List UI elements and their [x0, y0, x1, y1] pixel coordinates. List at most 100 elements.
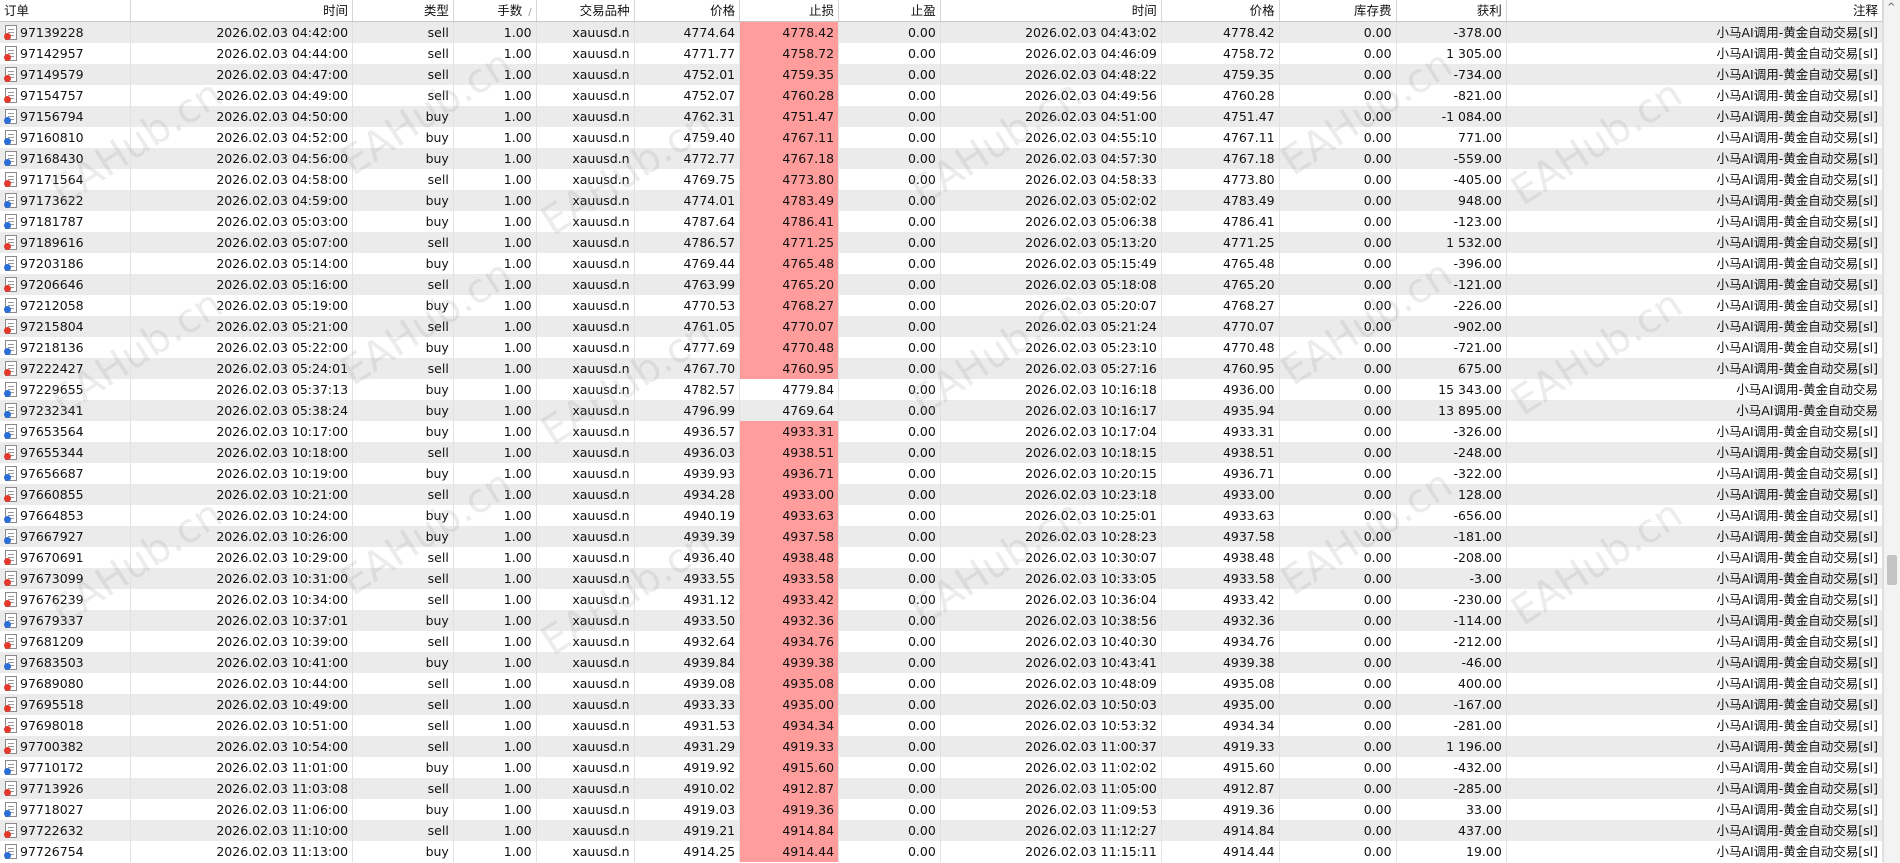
cell-swap: 0.00 — [1280, 505, 1397, 526]
table-row[interactable]: 97681209 2026.02.03 10:39:00 sell 1.00 xauus… — [0, 631, 1883, 652]
cell-trade-type: sell — [353, 22, 454, 43]
table-row[interactable]: 97710172 2026.02.03 11:01:00 buy 1.00 xauusd… — [0, 757, 1883, 778]
table-row[interactable]: 97667927 2026.02.03 10:26:00 buy 1.00 xauusd… — [0, 526, 1883, 547]
cell-lots: 1.00 — [454, 694, 537, 715]
table-row[interactable]: 97726754 2026.02.03 11:13:00 buy 1.00 xauusd… — [0, 841, 1883, 862]
table-row[interactable]: 97142957 2026.02.03 04:44:00 sell 1.00 xauus… — [0, 43, 1883, 64]
table-row[interactable]: 97713926 2026.02.03 11:03:08 sell 1.00 xauus… — [0, 778, 1883, 799]
cell-profit: 400.00 — [1397, 673, 1507, 694]
cell-swap: 0.00 — [1280, 757, 1397, 778]
cell-close-time: 2026.02.03 04:46:09 — [941, 43, 1162, 64]
column-header-take-profit[interactable]: 止盈 — [839, 0, 941, 21]
cell-swap: 0.00 — [1280, 568, 1397, 589]
cell-profit: -248.00 — [1397, 442, 1507, 463]
cell-open-time: 2026.02.03 04:52:00 — [131, 127, 354, 148]
table-row[interactable]: 97722632 2026.02.03 11:10:00 sell 1.00 xauus… — [0, 820, 1883, 841]
sell-order-icon — [4, 319, 17, 334]
cell-profit: -208.00 — [1397, 547, 1507, 568]
table-row[interactable]: 97232341 2026.02.03 05:38:24 buy 1.00 xauusd… — [0, 400, 1883, 421]
cell-close-time: 2026.02.03 10:28:23 — [941, 526, 1162, 547]
cell-swap: 0.00 — [1280, 358, 1397, 379]
cell-profit: -721.00 — [1397, 337, 1507, 358]
table-row[interactable]: 97189616 2026.02.03 05:07:00 sell 1.00 xauus… — [0, 232, 1883, 253]
table-row[interactable]: 97698018 2026.02.03 10:51:00 sell 1.00 xauus… — [0, 715, 1883, 736]
cell-order: 97655344 — [0, 442, 132, 463]
table-row[interactable]: 97653564 2026.02.03 10:17:00 buy 1.00 xauusd… — [0, 421, 1883, 442]
table-row[interactable]: 97171564 2026.02.03 04:58:00 sell 1.00 xauus… — [0, 169, 1883, 190]
table-row[interactable]: 97718027 2026.02.03 11:06:00 buy 1.00 xauusd… — [0, 799, 1883, 820]
cell-open-time: 2026.02.03 04:42:00 — [131, 22, 354, 43]
column-header-open-price[interactable]: 价格 — [635, 0, 741, 21]
cell-order: 97679337 — [0, 610, 132, 631]
table-row[interactable]: 97689080 2026.02.03 10:44:00 sell 1.00 xauus… — [0, 673, 1883, 694]
table-row[interactable]: 97676239 2026.02.03 10:34:00 sell 1.00 xauus… — [0, 589, 1883, 610]
cell-lots: 1.00 — [454, 463, 537, 484]
table-row[interactable]: 97673099 2026.02.03 10:31:00 sell 1.00 xauus… — [0, 568, 1883, 589]
column-header-type[interactable]: 类型 — [353, 0, 454, 21]
cell-stop-loss: 4769.64 — [740, 400, 840, 421]
cell-close-time: 2026.02.03 11:00:37 — [941, 736, 1162, 757]
cell-take-profit: 0.00 — [839, 484, 941, 505]
table-row[interactable]: 97655344 2026.02.03 10:18:00 sell 1.00 xauus… — [0, 442, 1883, 463]
vertical-scrollbar[interactable]: ^ — [1883, 0, 1900, 863]
table-row[interactable]: 97660855 2026.02.03 10:21:00 sell 1.00 xauus… — [0, 484, 1883, 505]
sell-order-icon — [4, 172, 17, 187]
column-header-comment[interactable]: 注释 — [1507, 0, 1883, 21]
order-number: 97673099 — [20, 571, 84, 586]
table-row[interactable]: 97173622 2026.02.03 04:59:00 buy 1.00 xauusd… — [0, 190, 1883, 211]
column-header-swap[interactable]: 库存费 — [1280, 0, 1397, 21]
cell-take-profit: 0.00 — [839, 190, 941, 211]
buy-order-icon — [4, 760, 17, 775]
cell-stop-loss: 4933.42 — [740, 589, 840, 610]
cell-lots: 1.00 — [454, 211, 537, 232]
table-row[interactable]: 97154757 2026.02.03 04:49:00 sell 1.00 xauus… — [0, 85, 1883, 106]
table-row[interactable]: 97156794 2026.02.03 04:50:00 buy 1.00 xauusd… — [0, 106, 1883, 127]
table-row[interactable]: 97218136 2026.02.03 05:22:00 buy 1.00 xauusd… — [0, 337, 1883, 358]
column-header-close-price[interactable]: 价格 — [1162, 0, 1280, 21]
scrollbar-thumb[interactable] — [1887, 555, 1897, 585]
table-row[interactable]: 97139228 2026.02.03 04:42:00 sell 1.00 xauus… — [0, 22, 1883, 43]
table-row[interactable]: 97149579 2026.02.03 04:47:00 sell 1.00 xauus… — [0, 64, 1883, 85]
table-row[interactable]: 97670691 2026.02.03 10:29:00 sell 1.00 xauus… — [0, 547, 1883, 568]
cell-swap: 0.00 — [1280, 253, 1397, 274]
cell-order: 97681209 — [0, 631, 132, 652]
table-row[interactable]: 97181787 2026.02.03 05:03:00 buy 1.00 xauusd… — [0, 211, 1883, 232]
table-row[interactable]: 97229655 2026.02.03 05:37:13 buy 1.00 xauusd… — [0, 379, 1883, 400]
column-header-open-time[interactable]: 时间 — [131, 0, 354, 21]
column-header-close-time[interactable]: 时间 — [941, 0, 1162, 21]
table-row[interactable]: 97168430 2026.02.03 04:56:00 buy 1.00 xauusd… — [0, 148, 1883, 169]
table-row[interactable]: 97700382 2026.02.03 10:54:00 sell 1.00 xauus… — [0, 736, 1883, 757]
table-row[interactable]: 97206646 2026.02.03 05:16:00 sell 1.00 xauus… — [0, 274, 1883, 295]
table-row[interactable]: 97679337 2026.02.03 10:37:01 buy 1.00 xauusd… — [0, 610, 1883, 631]
table-row[interactable]: 97695518 2026.02.03 10:49:00 sell 1.00 xauus… — [0, 694, 1883, 715]
table-row[interactable]: 97656687 2026.02.03 10:19:00 buy 1.00 xauusd… — [0, 463, 1883, 484]
order-number: 97232341 — [20, 403, 84, 418]
table-row[interactable]: 97203186 2026.02.03 05:14:00 buy 1.00 xauusd… — [0, 253, 1883, 274]
cell-open-price: 4771.77 — [635, 43, 741, 64]
cell-order: 97154757 — [0, 85, 132, 106]
cell-close-time: 2026.02.03 10:16:17 — [941, 400, 1162, 421]
cell-open-time: 2026.02.03 11:01:00 — [131, 757, 354, 778]
cell-open-time: 2026.02.03 10:54:00 — [131, 736, 354, 757]
column-header-profit[interactable]: 获利 — [1397, 0, 1507, 21]
scroll-up-arrow-icon[interactable]: ^ — [1887, 2, 1895, 13]
order-number: 97670691 — [20, 550, 84, 565]
table-row[interactable]: 97215804 2026.02.03 05:21:00 sell 1.00 xauus… — [0, 316, 1883, 337]
table-row[interactable]: 97222427 2026.02.03 05:24:01 sell 1.00 xauus… — [0, 358, 1883, 379]
column-header-lots[interactable]: 手数 / — [454, 0, 537, 21]
cell-comment: 小马AI调用-黄金自动交易[sl] — [1507, 673, 1883, 694]
column-header-order[interactable]: 订单 — [0, 0, 132, 21]
column-header-stop-loss[interactable]: 止损 — [740, 0, 840, 21]
table-row[interactable]: 97683503 2026.02.03 10:41:00 buy 1.00 xauusd… — [0, 652, 1883, 673]
cell-swap: 0.00 — [1280, 211, 1397, 232]
order-number: 97718027 — [20, 802, 84, 817]
table-row[interactable]: 97160810 2026.02.03 04:52:00 buy 1.00 xauusd… — [0, 127, 1883, 148]
cell-lots: 1.00 — [454, 568, 537, 589]
cell-profit: -226.00 — [1397, 295, 1507, 316]
column-header-symbol[interactable]: 交易品种 — [537, 0, 635, 21]
table-row[interactable]: 97212058 2026.02.03 05:19:00 buy 1.00 xauusd… — [0, 295, 1883, 316]
table-row[interactable]: 97664853 2026.02.03 10:24:00 buy 1.00 xauusd… — [0, 505, 1883, 526]
cell-take-profit: 0.00 — [839, 568, 941, 589]
cell-open-time: 2026.02.03 10:44:00 — [131, 673, 354, 694]
cell-trade-type: sell — [353, 358, 454, 379]
